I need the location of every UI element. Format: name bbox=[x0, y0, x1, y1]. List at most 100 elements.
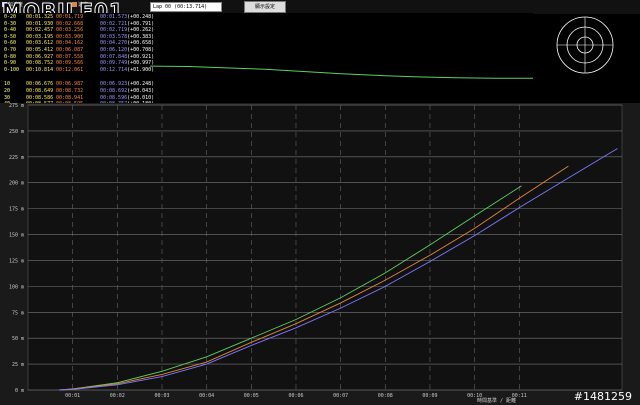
split-t1: 00:06.927 bbox=[26, 53, 54, 60]
display-settings-button[interactable]: 顯示設定 bbox=[244, 1, 286, 13]
split-t3b: (+00.383) bbox=[127, 33, 155, 40]
split-t2: 00:06.087 bbox=[56, 46, 84, 53]
split-label: 0-40 bbox=[4, 27, 17, 34]
y-tick-label: 25 m bbox=[12, 362, 24, 368]
split-row: 0-7000:05.41200:06.087(+00.675)00:06.120… bbox=[4, 47, 154, 54]
split-t1: 00:03.195 bbox=[26, 33, 54, 40]
split-t3: 00:07.848 bbox=[100, 53, 128, 60]
split-t3: 00:02.721 bbox=[100, 20, 128, 27]
split-t2: 00:07.558 bbox=[56, 53, 84, 60]
split-t1: 00:01.325 bbox=[26, 14, 54, 20]
mini-chart-svg bbox=[149, 65, 533, 79]
split-t2: 00:09.566 bbox=[56, 60, 84, 67]
x-tick-label: 00:07 bbox=[333, 393, 348, 399]
y-tick-label: 225 m bbox=[9, 155, 24, 161]
lap-select[interactable]: Lap 00 (00:13.714) bbox=[150, 2, 222, 12]
axis-mode-label: 時間基準 / 距離 bbox=[477, 398, 517, 404]
split-row: 0-4000:02.45700:03.256(+00.799)00:02.719… bbox=[4, 27, 154, 34]
split-t3b: (+00.043) bbox=[127, 87, 155, 94]
split-t3: 00:04.270 bbox=[100, 40, 128, 47]
split-t1: 00:06.676 bbox=[26, 81, 54, 88]
split-t2: 00:08.941 bbox=[56, 94, 84, 101]
y-tick-label: 200 m bbox=[9, 181, 24, 187]
split-t2: 00:01.719 bbox=[56, 14, 84, 20]
y-tick-label: 100 m bbox=[9, 284, 24, 290]
x-tick-label: 00:03 bbox=[154, 393, 169, 399]
split-t3b: (+00.791) bbox=[127, 20, 155, 27]
split-label: 0-80 bbox=[4, 53, 17, 60]
split-t2: 00:08.732 bbox=[56, 87, 84, 94]
split-t1: 00:03.612 bbox=[26, 40, 54, 47]
split-label: 0-30 bbox=[4, 20, 17, 27]
y-tick-label: 50 m bbox=[12, 336, 24, 342]
split-times-table: 0-2000:01.32500:01.719(+00.394)00:01.573… bbox=[4, 14, 154, 114]
split-t3b: (+00.997) bbox=[127, 60, 155, 67]
split-t1: 00:08.649 bbox=[26, 87, 54, 94]
x-tick-label: 00:09 bbox=[422, 393, 437, 399]
split-label: 0-90 bbox=[4, 60, 17, 67]
split-row: 0-6000:03.61200:04.162(+00.550)00:04.270… bbox=[4, 40, 154, 47]
y-tick-label: 275 m bbox=[9, 103, 24, 109]
split-t3: 00:08.692 bbox=[100, 87, 128, 94]
split-t3b: (+01.900) bbox=[127, 66, 155, 73]
split-row: 0-9000:08.75200:09.566(+00.814)00:09.749… bbox=[4, 60, 154, 67]
split-t3b: (+00.248) bbox=[127, 81, 155, 88]
distance-time-chart: 0 m 25 m 50 m 75 m 100 m 125 m 150 m 175 m 200 m… bbox=[0, 103, 640, 405]
y-tick-label: 0 m bbox=[15, 388, 24, 394]
split-row: 1000:06.67600:06.987(+00.311)00:06.923(+… bbox=[4, 81, 154, 88]
split-row: 0-3000:01.93000:02.668(+00.738)00:02.721… bbox=[4, 21, 154, 28]
y-tick-label: 175 m bbox=[9, 207, 24, 213]
split-label: 0-60 bbox=[4, 40, 17, 47]
split-t1: 00:08.586 bbox=[26, 94, 54, 101]
split-t1: 00:05.412 bbox=[26, 46, 54, 53]
split-t3: 00:02.719 bbox=[100, 27, 128, 34]
mini-speed-chart bbox=[149, 13, 533, 103]
split-t3: 00:09.749 bbox=[100, 60, 128, 67]
split-t3b: (+00.921) bbox=[127, 53, 155, 60]
split-t3: 00:08.596 bbox=[100, 94, 128, 101]
split-label: 0-70 bbox=[4, 46, 17, 53]
split-t3b: (+00.658) bbox=[127, 40, 155, 47]
split-t3: 00:03.578 bbox=[100, 33, 128, 40]
split-t2: 00:03.900 bbox=[56, 33, 84, 40]
x-tick-label: 00:02 bbox=[110, 393, 125, 399]
split-t2: 00:02.668 bbox=[56, 20, 84, 27]
split-row: 0-5000:03.19500:03.900(+00.705)00:03.578… bbox=[4, 34, 154, 41]
split-t2: 00:03.256 bbox=[56, 27, 84, 34]
split-row: 0-2000:01.32500:01.719(+00.394)00:01.573… bbox=[4, 14, 154, 21]
split-t3: 00:06.923 bbox=[100, 81, 128, 88]
split-t3: 00:12.714 bbox=[100, 66, 128, 73]
split-row: 2000:08.64900:08.732(+00.083)00:08.692(+… bbox=[4, 88, 154, 95]
x-tick-label: 00:01 bbox=[65, 393, 80, 399]
split-t1: 00:02.457 bbox=[26, 27, 54, 34]
split-label: 0-20 bbox=[4, 14, 17, 20]
split-t3: 00:06.120 bbox=[100, 46, 128, 53]
x-tick-label: 00:08 bbox=[378, 393, 393, 399]
gforce-radar bbox=[556, 16, 614, 74]
split-t3: 00:01.573 bbox=[100, 14, 128, 20]
split-label: 10 bbox=[4, 81, 11, 88]
split-t1: 00:10.814 bbox=[26, 66, 54, 73]
y-tick-label: 75 m bbox=[12, 310, 24, 316]
split-t3b: (+00.248) bbox=[127, 14, 155, 20]
split-t3b: (+00.262) bbox=[127, 27, 155, 34]
split-t3b: (+00.708) bbox=[127, 46, 155, 53]
split-t2: 00:04.162 bbox=[56, 40, 84, 47]
split-label: 0-50 bbox=[4, 33, 17, 40]
x-tick-label: 00:05 bbox=[244, 393, 259, 399]
x-tick-label: 00:06 bbox=[288, 393, 303, 399]
split-t1: 00:01.930 bbox=[26, 20, 54, 27]
split-label: 0-100 bbox=[4, 66, 20, 73]
post-watermark: #1481259 bbox=[573, 390, 632, 403]
split-row: 3000:08.58600:08.941(+00.356)00:08.596(+… bbox=[4, 95, 154, 102]
split-row: 0-8000:06.92700:07.558(+00.631)00:07.848… bbox=[4, 54, 154, 61]
split-t2: 00:12.061 bbox=[56, 66, 84, 73]
split-row: 0-10000:10.81400:12.061(+01.247)00:12.71… bbox=[4, 67, 154, 74]
plot-area bbox=[27, 104, 623, 391]
y-tick-label: 125 m bbox=[9, 258, 24, 264]
split-label: 30 bbox=[4, 94, 11, 101]
split-t2: 00:06.987 bbox=[56, 81, 84, 88]
mini-chart-line bbox=[149, 65, 533, 79]
split-t1: 00:08.752 bbox=[26, 60, 54, 67]
x-tick-label: 00:04 bbox=[199, 393, 214, 399]
